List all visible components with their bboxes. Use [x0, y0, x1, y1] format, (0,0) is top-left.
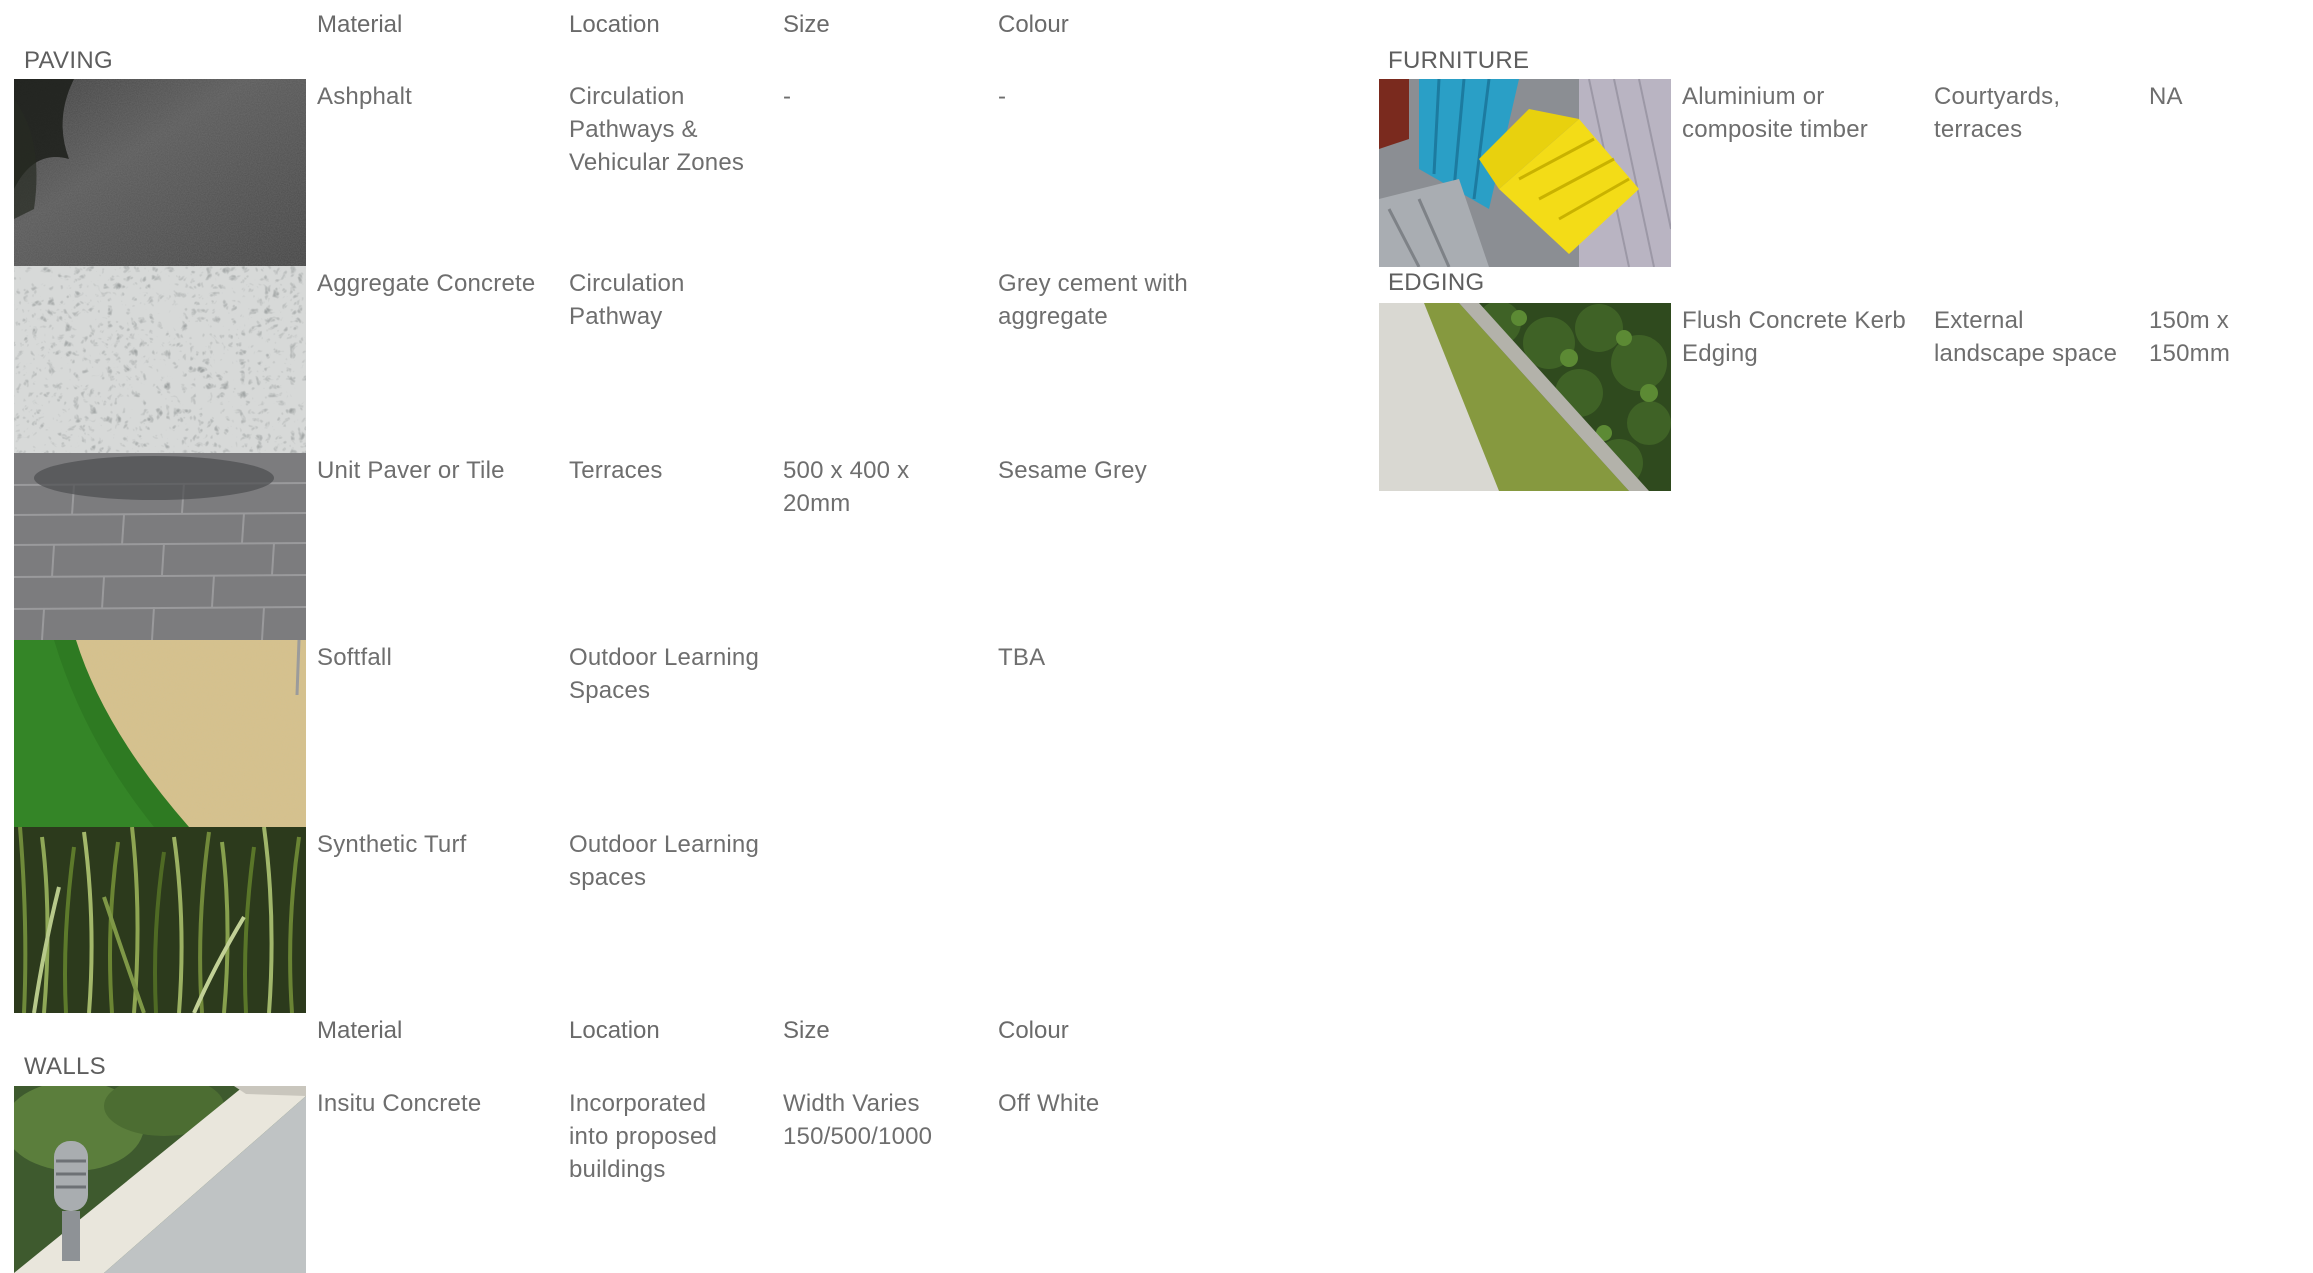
header-material: Material — [317, 11, 403, 38]
section-title-walls: WALLS — [24, 1053, 106, 1080]
turf-swatch — [14, 827, 306, 1013]
paving-material-softfall: Softfall — [317, 644, 392, 671]
paving-colour-softfall: TBA — [998, 644, 1046, 671]
paving-location-softfall: Outdoor Learning Spaces — [569, 644, 759, 704]
walls-header-material: Material — [317, 1017, 403, 1044]
paving-size-paver: 500 x 400 x 20mm — [783, 457, 910, 517]
asphalt-swatch — [14, 79, 306, 266]
paving-material-paver: Unit Paver or Tile — [317, 457, 505, 484]
paving-colour-aggregate: Grey cement with aggregate — [998, 270, 1188, 330]
edging-location: External landscape space — [1934, 307, 2118, 367]
paving-colour-asphalt: - — [998, 83, 1007, 110]
edging-size: 150m x 150mm — [2149, 307, 2231, 367]
paving-material-asphalt: Ashphalt — [317, 83, 412, 110]
aggregate-swatch — [14, 266, 306, 453]
paving-material-turf: Synthetic Turf — [317, 831, 467, 858]
kerb-swatch — [1379, 303, 1671, 491]
furniture-location: Courtyards, terraces — [1934, 83, 2061, 143]
paving-material-aggregate: Aggregate Concrete — [317, 270, 536, 297]
walls-header-size: Size — [783, 1017, 830, 1044]
softfall-swatch — [14, 640, 306, 827]
section-title-edging: EDGING — [1388, 269, 1485, 296]
furniture-size: NA — [2149, 83, 2183, 110]
paving-location-aggregate: Circulation Pathway — [569, 270, 685, 330]
paving-location-turf: Outdoor Learning spaces — [569, 831, 759, 891]
walls-size-insitu: Width Varies 150/500/1000 — [783, 1090, 933, 1150]
header-colour: Colour — [998, 11, 1069, 38]
walls-header-location: Location — [569, 1017, 660, 1044]
header-size: Size — [783, 11, 830, 38]
walls-colour-insitu: Off White — [998, 1090, 1100, 1117]
wall-swatch — [14, 1086, 306, 1273]
edging-material: Flush Concrete Kerb Edging — [1682, 307, 1906, 367]
paving-size-asphalt: - — [783, 83, 792, 110]
paving-location-paver: Terraces — [569, 457, 663, 484]
section-title-paving: PAVING — [24, 47, 113, 74]
walls-material-insitu: Insitu Concrete — [317, 1090, 482, 1117]
paving-location-asphalt: Circulation Pathways & Vehicular Zones — [569, 83, 745, 176]
walls-location-insitu: Incorporated into proposed buildings — [569, 1090, 718, 1183]
header-location: Location — [569, 11, 660, 38]
furniture-material: Aluminium or composite timber — [1682, 83, 1868, 143]
walls-header-colour: Colour — [998, 1017, 1069, 1044]
chairs-swatch — [1379, 79, 1671, 267]
section-title-furniture: FURNITURE — [1388, 47, 1530, 74]
paver-swatch — [14, 453, 306, 640]
paving-colour-paver: Sesame Grey — [998, 457, 1147, 484]
